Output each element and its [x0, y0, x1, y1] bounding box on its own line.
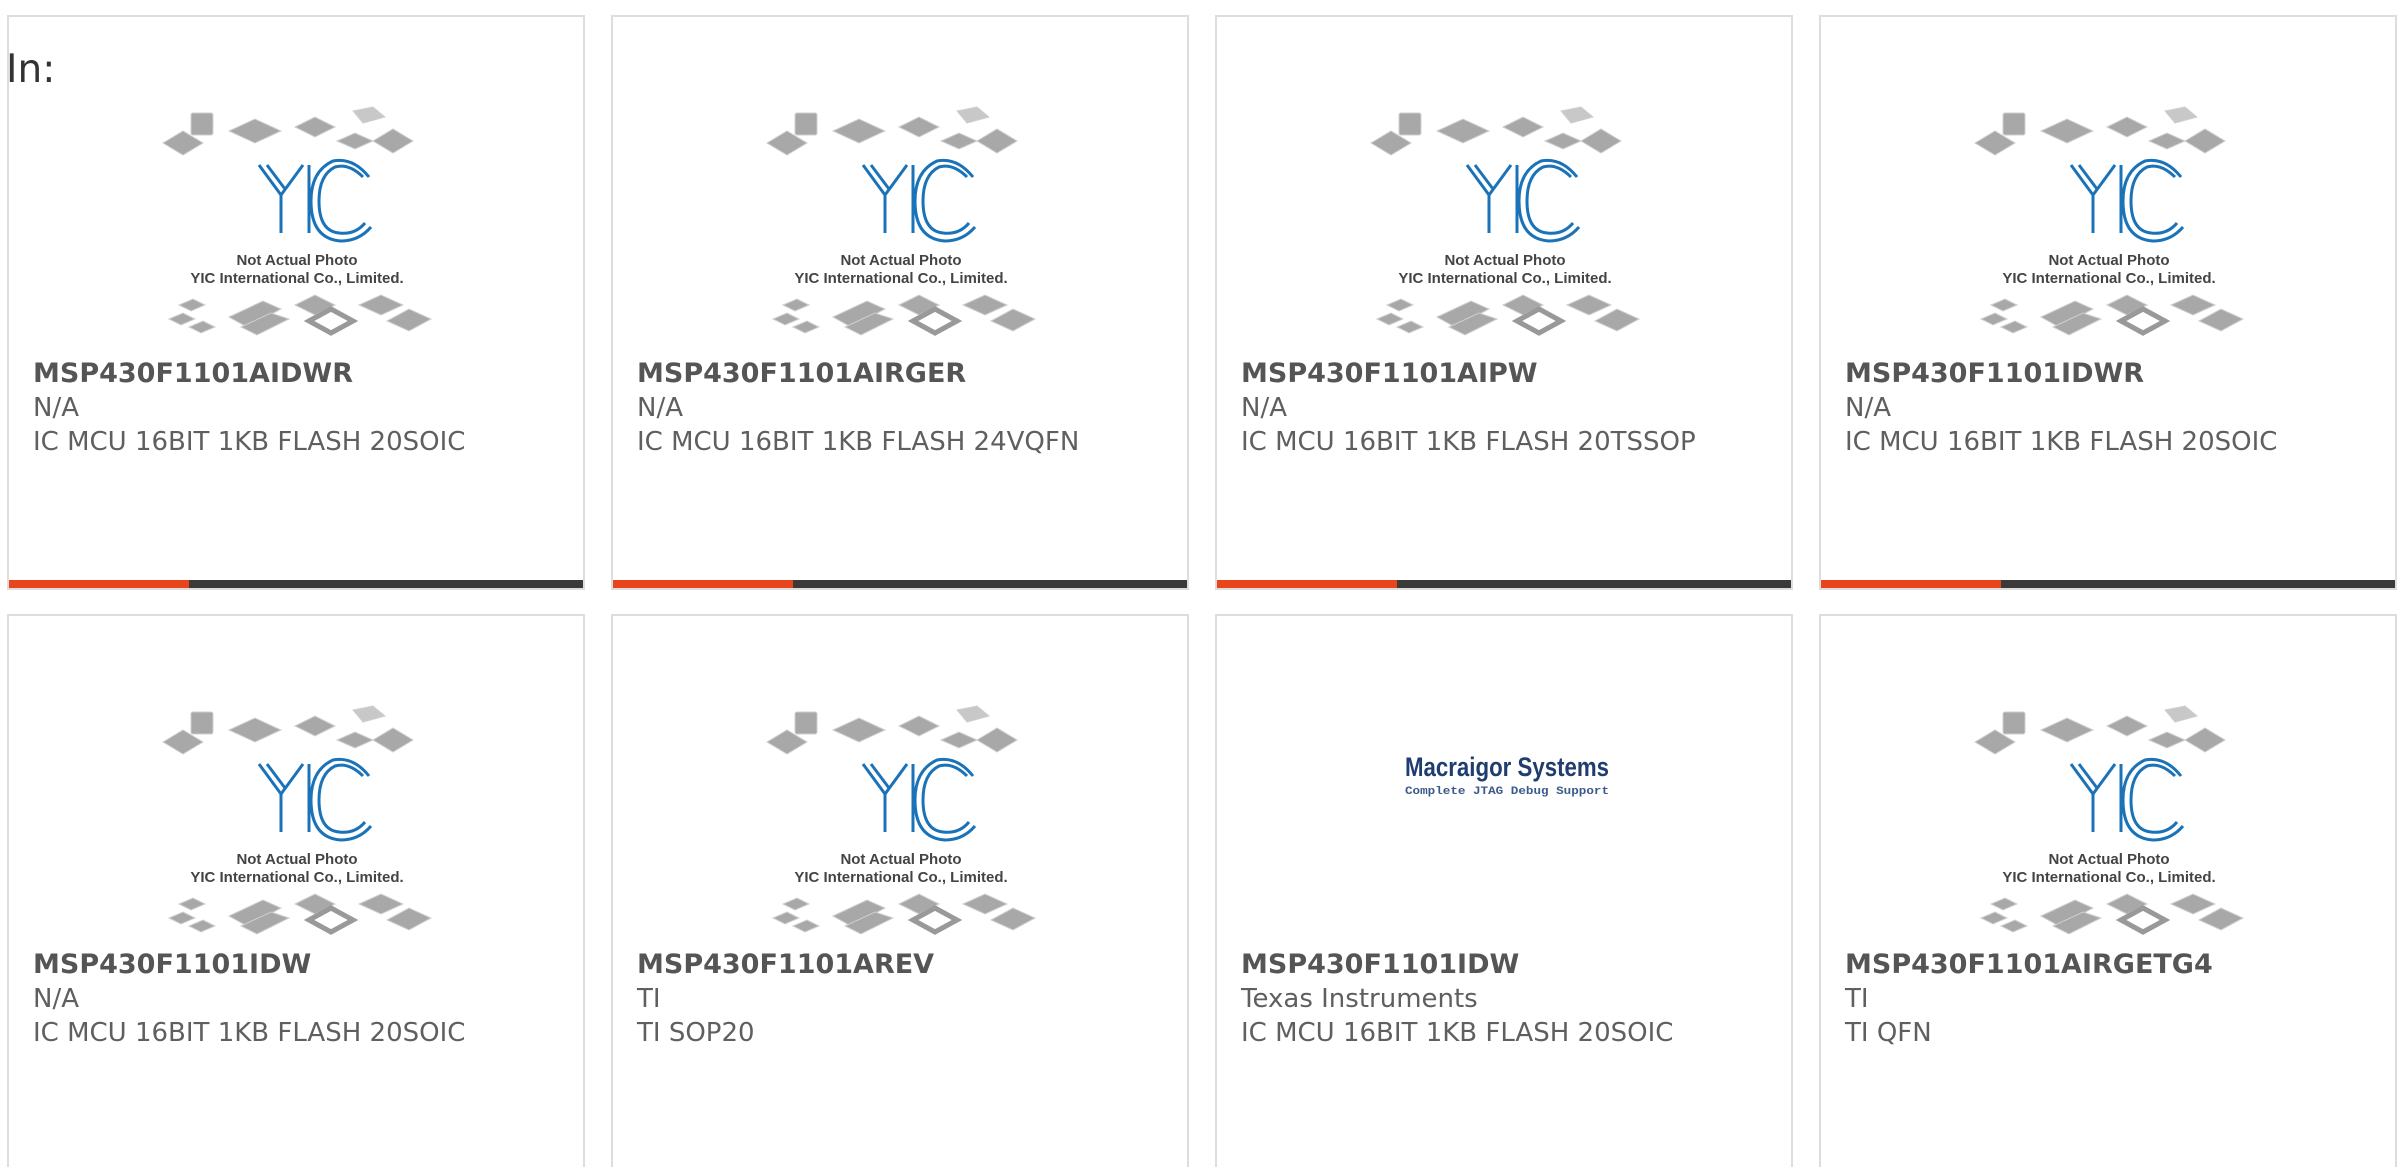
product-part-number[interactable]: MSP430F1101AIRGER [637, 357, 1167, 391]
product-description: TI QFN [1845, 1018, 1932, 1048]
product-description: TI SOP20 [637, 1018, 755, 1048]
product-manufacturer: N/A [33, 984, 79, 1014]
yic-placeholder-image: Not Actual Photo YIC International Co., … [766, 705, 1037, 935]
product-photo-placeholder[interactable]: Not Actual Photo YIC International Co., … [159, 704, 435, 946]
product-info: MSP430F1101IDW Texas Instruments IC MCU … [1241, 948, 1771, 1050]
product-card[interactable]: Not Actual Photo YIC International Co., … [1819, 15, 2397, 590]
placeholder-line1: Not Actual Photo [236, 252, 357, 269]
in-label: In: [6, 47, 56, 92]
product-manufacturer: TI [637, 984, 661, 1014]
card-accent-bar-fill [1217, 580, 1397, 588]
placeholder-line1: Not Actual Photo [236, 851, 357, 868]
card-accent-bar-fill [613, 580, 793, 588]
yic-placeholder-image: Not Actual Photo YIC International Co., … [1370, 106, 1641, 336]
product-manufacturer: N/A [1845, 393, 1891, 423]
placeholder-line1: Not Actual Photo [840, 252, 961, 269]
macraigor-title: Macraigor Systems [1405, 752, 1609, 782]
product-part-number[interactable]: MSP430F1101AIRGETG4 [1845, 948, 2375, 982]
product-photo-placeholder[interactable]: Not Actual Photo YIC International Co., … [1367, 105, 1643, 347]
placeholder-line2: YIC International Co., Limited. [1398, 270, 1611, 287]
product-description: IC MCU 16BIT 1KB FLASH 20SOIC [1845, 427, 2278, 457]
product-manufacturer: N/A [1241, 393, 1287, 423]
product-card[interactable]: Not Actual Photo YIC International Co., … [7, 614, 585, 1167]
product-card[interactable]: Not Actual Photo YIC International Co., … [611, 15, 1189, 590]
placeholder-line1: Not Actual Photo [2048, 252, 2169, 269]
product-card[interactable]: Not Actual Photo YIC International Co., … [1215, 15, 1793, 590]
card-accent-bar-fill [9, 580, 189, 588]
product-description: IC MCU 16BIT 1KB FLASH 20SOIC [33, 427, 466, 457]
product-info: MSP430F1101AREV TI TI SOP20 [637, 948, 1167, 1050]
product-card[interactable]: Not Actual Photo YIC International Co., … [7, 15, 585, 590]
product-info: MSP430F1101AIRGER N/A IC MCU 16BIT 1KB F… [637, 357, 1167, 459]
product-description: IC MCU 16BIT 1KB FLASH 20TSSOP [1241, 427, 1696, 457]
yic-placeholder-image: Not Actual Photo YIC International Co., … [162, 705, 433, 935]
placeholder-line2: YIC International Co., Limited. [190, 270, 403, 287]
placeholder-line1: Not Actual Photo [2048, 851, 2169, 868]
card-accent-bar [1821, 580, 2395, 588]
product-description: IC MCU 16BIT 1KB FLASH 24VQFN [637, 427, 1080, 457]
product-card[interactable]: Not Actual Photo YIC International Co., … [611, 614, 1189, 1167]
product-part-number[interactable]: MSP430F1101AREV [637, 948, 1167, 982]
placeholder-line1: Not Actual Photo [1444, 252, 1565, 269]
yic-placeholder-image: Not Actual Photo YIC International Co., … [1974, 705, 2245, 935]
product-info: MSP430F1101IDW N/A IC MCU 16BIT 1KB FLAS… [33, 948, 563, 1050]
product-description: IC MCU 16BIT 1KB FLASH 20SOIC [33, 1018, 466, 1048]
placeholder-line1: Not Actual Photo [840, 851, 961, 868]
placeholder-line2: YIC International Co., Limited. [794, 869, 1007, 886]
product-info: MSP430F1101AIRGETG4 TI TI QFN [1845, 948, 2375, 1050]
product-card[interactable]: Not Actual Photo YIC International Co., … [1819, 614, 2397, 1167]
product-info: MSP430F1101AIPW N/A IC MCU 16BIT 1KB FLA… [1241, 357, 1771, 459]
product-photo-placeholder[interactable]: Not Actual Photo YIC International Co., … [763, 704, 1039, 946]
placeholder-line2: YIC International Co., Limited. [2002, 869, 2215, 886]
yic-placeholder-image: Not Actual Photo YIC International Co., … [162, 106, 433, 336]
placeholder-line2: YIC International Co., Limited. [2002, 270, 2215, 287]
yic-placeholder-image: Not Actual Photo YIC International Co., … [1974, 106, 2245, 336]
product-manufacturer: Texas Instruments [1241, 984, 1478, 1014]
product-part-number[interactable]: MSP430F1101AIPW [1241, 357, 1771, 391]
yic-placeholder-image: Not Actual Photo YIC International Co., … [766, 106, 1037, 336]
product-manufacturer: N/A [33, 393, 79, 423]
macraigor-logo: Macraigor Systems Complete JTAG Debug Su… [1405, 752, 1609, 798]
card-accent-bar-fill [1821, 580, 2001, 588]
placeholder-line2: YIC International Co., Limited. [190, 869, 403, 886]
card-accent-bar [1217, 580, 1791, 588]
product-photo-placeholder[interactable]: Not Actual Photo YIC International Co., … [1971, 704, 2247, 946]
product-info: MSP430F1101IDWR N/A IC MCU 16BIT 1KB FLA… [1845, 357, 2375, 459]
product-photo-placeholder[interactable]: Not Actual Photo YIC International Co., … [1971, 105, 2247, 347]
macraigor-logo-image[interactable]: Macraigor Systems Complete JTAG Debug Su… [1402, 748, 1612, 804]
product-description: IC MCU 16BIT 1KB FLASH 20SOIC [1241, 1018, 1674, 1048]
product-card[interactable]: Macraigor Systems Complete JTAG Debug Su… [1215, 614, 1793, 1167]
product-photo-placeholder[interactable]: Not Actual Photo YIC International Co., … [159, 105, 435, 347]
product-part-number[interactable]: MSP430F1101AIDWR [33, 357, 563, 391]
product-manufacturer: TI [1845, 984, 1869, 1014]
product-grid: Not Actual Photo YIC International Co., … [7, 15, 2400, 1167]
product-part-number[interactable]: MSP430F1101IDWR [1845, 357, 2375, 391]
product-part-number[interactable]: MSP430F1101IDW [1241, 948, 1771, 982]
card-accent-bar [613, 580, 1187, 588]
placeholder-line2: YIC International Co., Limited. [794, 270, 1007, 287]
card-accent-bar [9, 580, 583, 588]
product-part-number[interactable]: MSP430F1101IDW [33, 948, 563, 982]
product-photo-placeholder[interactable]: Not Actual Photo YIC International Co., … [763, 105, 1039, 347]
macraigor-tagline: Complete JTAG Debug Support [1405, 786, 1609, 798]
product-info: MSP430F1101AIDWR N/A IC MCU 16BIT 1KB FL… [33, 357, 563, 459]
product-manufacturer: N/A [637, 393, 683, 423]
product-listing-page: In: Not Actual Photo YIC International C… [0, 0, 2400, 1167]
